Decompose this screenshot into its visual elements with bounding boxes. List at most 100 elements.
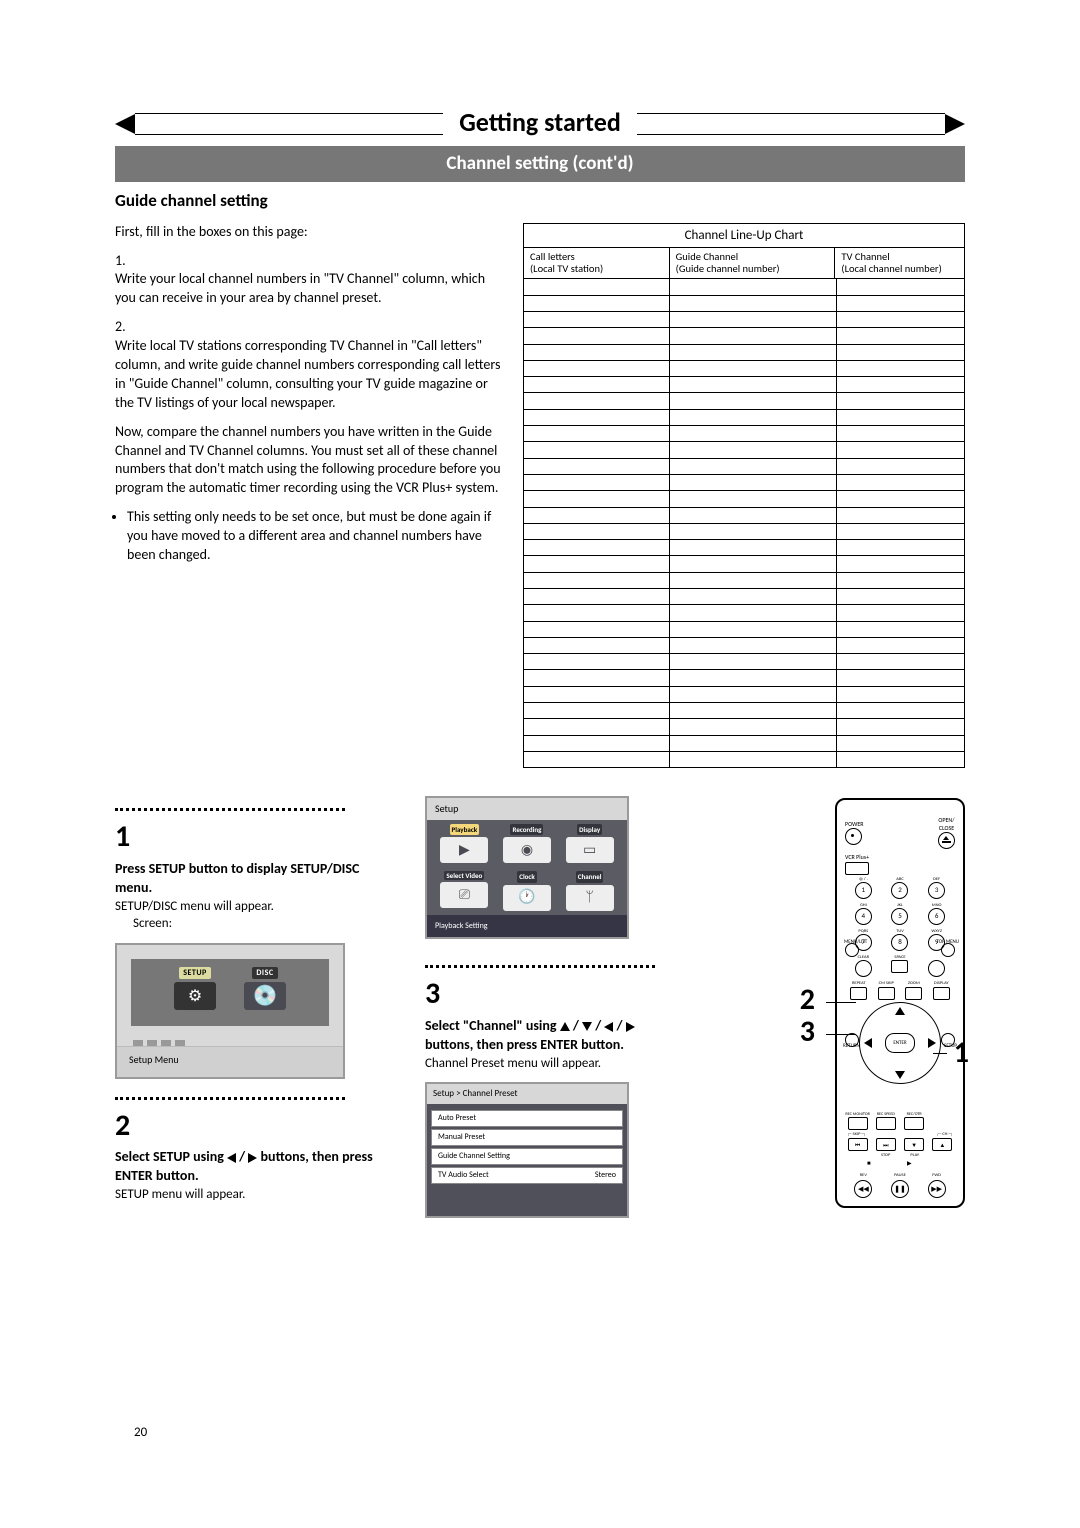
skip-back-button: ⏮ bbox=[848, 1138, 868, 1151]
vcrplus-label: VCR Plus+ bbox=[845, 853, 869, 861]
lineup-row bbox=[524, 458, 964, 474]
function-button bbox=[933, 987, 950, 1000]
lineup-row bbox=[524, 474, 964, 490]
preset-item: TV Audio SelectStereo bbox=[431, 1167, 623, 1184]
channel-menu-item: Channelᛘ bbox=[562, 871, 618, 910]
step-3-number: 3 bbox=[425, 974, 655, 1015]
clock-menu-item: Clock🕐 bbox=[499, 871, 555, 910]
step-3-instruction: Select "Channel" using / / / buttons, th… bbox=[425, 1017, 655, 1055]
preset-title: Setup > Channel Preset bbox=[427, 1084, 627, 1104]
left-arrow-icon bbox=[227, 1153, 236, 1163]
open-close-button bbox=[938, 832, 955, 849]
stop-button: ■ bbox=[867, 1159, 893, 1167]
setup-menu-title: Setup bbox=[427, 798, 627, 820]
keypad-key: @ / .1 bbox=[849, 877, 878, 899]
power-label: POWER bbox=[845, 820, 864, 828]
nav-left bbox=[864, 1038, 872, 1048]
step-1-note: SETUP/DISC menu will appear. bbox=[115, 898, 375, 916]
step-2-instruction: Select SETUP using / buttons, then press… bbox=[115, 1148, 375, 1186]
rec-speed-button bbox=[876, 1117, 896, 1130]
topmenu-button bbox=[941, 943, 955, 957]
preset-item: Manual Preset bbox=[431, 1129, 623, 1146]
rev-button: ◀◀ bbox=[854, 1180, 872, 1198]
page-number: 20 bbox=[134, 1424, 147, 1442]
lineup-row bbox=[524, 344, 964, 360]
function-button bbox=[850, 987, 867, 1000]
lineup-row bbox=[524, 278, 964, 294]
keypad-key: CLEAR bbox=[849, 955, 878, 977]
fwd-button: ▶▶ bbox=[928, 1180, 946, 1198]
lineup-row bbox=[524, 735, 964, 751]
right-arrow-icon bbox=[626, 1022, 635, 1032]
lineup-row bbox=[524, 653, 964, 669]
select-video-menu-item: Select Video⎚ bbox=[436, 871, 492, 910]
lineup-row bbox=[524, 686, 964, 702]
settings-icon: ⚙ bbox=[174, 982, 216, 1010]
nav-up bbox=[895, 1007, 905, 1015]
callout-3: 3 bbox=[800, 1012, 815, 1053]
skip-fwd-button: ⏭ bbox=[876, 1138, 896, 1151]
divider bbox=[115, 808, 345, 811]
setup-menu-item: SETUP ⚙ bbox=[174, 965, 216, 1011]
lineup-row bbox=[524, 555, 964, 571]
sub-header: Channel setting (cont'd) bbox=[115, 146, 965, 182]
keypad-key: TUV8 bbox=[886, 929, 915, 951]
recording-menu-item: Recording◉ bbox=[499, 824, 555, 863]
list-number-1: 1. bbox=[115, 252, 505, 271]
record-icon: ◉ bbox=[503, 837, 551, 863]
rec-otr-button bbox=[904, 1117, 924, 1130]
lineup-row bbox=[524, 409, 964, 425]
list-number-2: 2. bbox=[115, 318, 505, 337]
setup-menu-footer: Playback Setting bbox=[427, 915, 627, 938]
setup-disc-screen: SETUP ⚙ DISC 💿 Setup Menu bbox=[115, 943, 345, 1079]
para-1: Write your local channel numbers in "TV … bbox=[115, 270, 505, 308]
setup-menu-screen: Setup Playback▶ Recording◉ Display▭ Sele… bbox=[425, 796, 629, 939]
ch-up-button: ▲ bbox=[932, 1138, 952, 1151]
preset-item: Auto Preset bbox=[431, 1110, 623, 1127]
play-icon: ▶ bbox=[440, 837, 488, 863]
number-keypad: @ / .1ABC2DEF3GHI4JKL5MNO6PQRS7TUV8WXYZ9… bbox=[849, 877, 951, 977]
display-icon: ▭ bbox=[566, 837, 614, 863]
clock-icon: 🕐 bbox=[503, 885, 551, 911]
lineup-row bbox=[524, 360, 964, 376]
lineup-row bbox=[524, 604, 964, 620]
skip-ch-row: ⏮ ⏭ ▼ ▲ bbox=[845, 1138, 955, 1151]
play-button: ▶ bbox=[907, 1159, 933, 1167]
divider bbox=[115, 1097, 345, 1100]
function-button bbox=[878, 987, 895, 1000]
lineup-row bbox=[524, 751, 964, 767]
lineup-row bbox=[524, 588, 964, 604]
lineup-row bbox=[524, 621, 964, 637]
arrow-right-icon bbox=[945, 114, 965, 134]
keypad-key: DEF3 bbox=[922, 877, 951, 899]
power-button bbox=[845, 828, 862, 845]
up-arrow-icon bbox=[560, 1022, 570, 1031]
antenna-icon: ᛘ bbox=[566, 885, 614, 911]
lineup-row bbox=[524, 523, 964, 539]
lineup-row bbox=[524, 539, 964, 555]
open-close-label: OPEN/ CLOSE bbox=[938, 816, 954, 832]
lineup-row bbox=[524, 669, 964, 685]
down-arrow-icon bbox=[582, 1022, 592, 1031]
lineup-row bbox=[524, 507, 964, 523]
body-text: First, fill in the boxes on this page: 1… bbox=[115, 223, 505, 769]
function-button bbox=[905, 987, 922, 1000]
para-3: Now, compare the channel numbers you hav… bbox=[115, 423, 505, 499]
ch-down-button: ▼ bbox=[904, 1138, 924, 1151]
remote-control: POWER OPEN/ CLOSE VCR Plus+ @ / .1 ABC2 DE… bbox=[835, 798, 965, 1208]
lineup-row bbox=[524, 392, 964, 408]
lineup-row bbox=[524, 425, 964, 441]
display-menu-item: Display▭ bbox=[562, 824, 618, 863]
keypad-key: ABC2 bbox=[886, 877, 915, 899]
function-row: REPEATCM SKIPZOOMDISPLAY bbox=[845, 981, 955, 1000]
screen-label: Screen: bbox=[115, 915, 375, 933]
setup-screen-caption: Setup Menu bbox=[117, 1046, 343, 1077]
lineup-row bbox=[524, 572, 964, 588]
disc-menu-item: DISC 💿 bbox=[244, 965, 286, 1011]
keypad-key: JKL5 bbox=[886, 903, 915, 925]
transport-row: REV◀◀ PAUSE❚❚ FWD▶▶ bbox=[845, 1173, 955, 1197]
pause-button: ❚❚ bbox=[891, 1180, 909, 1198]
lineup-row bbox=[524, 311, 964, 327]
lineup-row bbox=[524, 702, 964, 718]
keypad-key: SPACE bbox=[886, 955, 915, 977]
